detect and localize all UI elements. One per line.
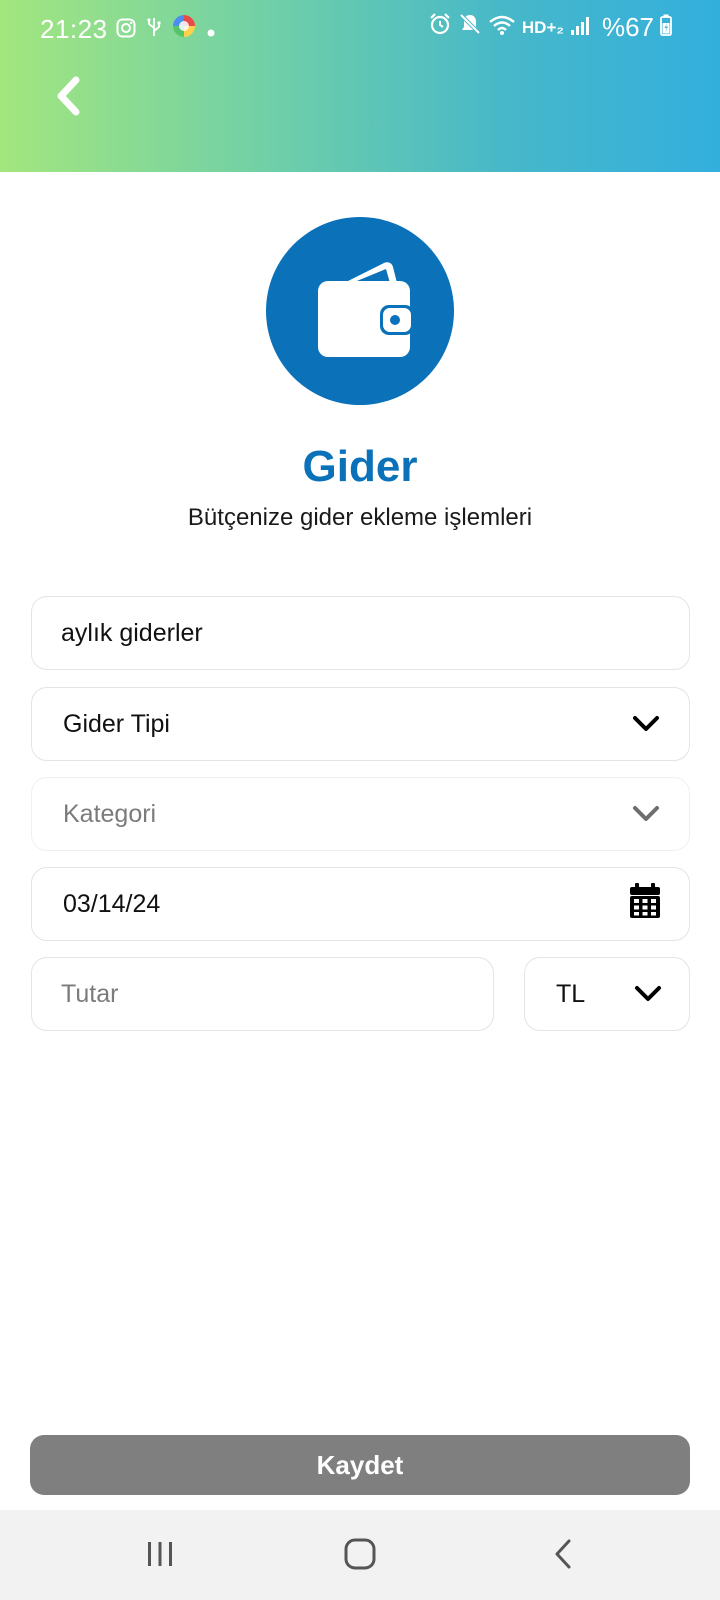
signal-icon	[570, 12, 592, 43]
alarm-icon	[428, 12, 452, 43]
page-title: Gider	[302, 442, 418, 491]
expense-name-value: aylık giderler	[61, 618, 203, 647]
category-select[interactable]: Kategori	[31, 777, 690, 851]
back-button[interactable]	[42, 70, 94, 126]
battery-icon	[660, 12, 672, 43]
calendar-icon[interactable]	[629, 882, 661, 926]
recents-icon	[145, 1540, 175, 1573]
amount-placeholder: Tutar	[61, 979, 119, 1008]
app-header: 21:23 HD+₂ %67	[0, 0, 720, 172]
chevron-left-icon	[55, 76, 81, 121]
status-right-icons: HD+₂ %67	[428, 12, 672, 43]
status-left-icons	[116, 14, 216, 45]
status-bar: 21:23 HD+₂ %67	[0, 0, 720, 56]
chevron-down-icon	[631, 804, 661, 824]
category-placeholder: Kategori	[63, 799, 157, 828]
system-nav-bar	[0, 1510, 720, 1600]
page-subtitle: Bütçenize gider ekleme işlemleri	[187, 504, 533, 531]
status-time: 21:23	[40, 14, 108, 44]
instagram-icon	[116, 14, 136, 45]
battery-percent: %67	[601, 12, 654, 42]
usb-icon	[146, 14, 162, 45]
home-button[interactable]	[340, 1538, 380, 1574]
expense-type-value: Gider Tipi	[63, 709, 170, 738]
date-input[interactable]: 03/14/24	[31, 867, 690, 941]
home-icon	[344, 1538, 376, 1575]
system-back-button[interactable]	[543, 1538, 583, 1574]
date-value: 03/14/24	[63, 889, 161, 918]
wallet-icon	[308, 257, 414, 366]
currency-value: TL	[556, 979, 586, 1008]
expense-name-input[interactable]: aylık giderler	[31, 596, 690, 670]
back-icon	[553, 1538, 573, 1575]
network-type-label: HD+₂	[521, 17, 564, 37]
chevron-down-icon	[633, 984, 663, 1004]
colorful-app-icon	[172, 14, 196, 45]
currency-select[interactable]: TL	[524, 957, 690, 1031]
expense-type-select[interactable]: Gider Tipi	[31, 687, 690, 761]
hero-icon-circle	[266, 217, 454, 405]
mute-icon	[458, 12, 482, 43]
save-button[interactable]: Kaydet	[30, 1435, 690, 1495]
chevron-down-icon	[631, 714, 661, 734]
wifi-icon	[488, 12, 516, 43]
recents-button[interactable]	[140, 1538, 180, 1574]
dot-icon	[206, 14, 216, 45]
amount-input[interactable]: Tutar	[31, 957, 494, 1031]
